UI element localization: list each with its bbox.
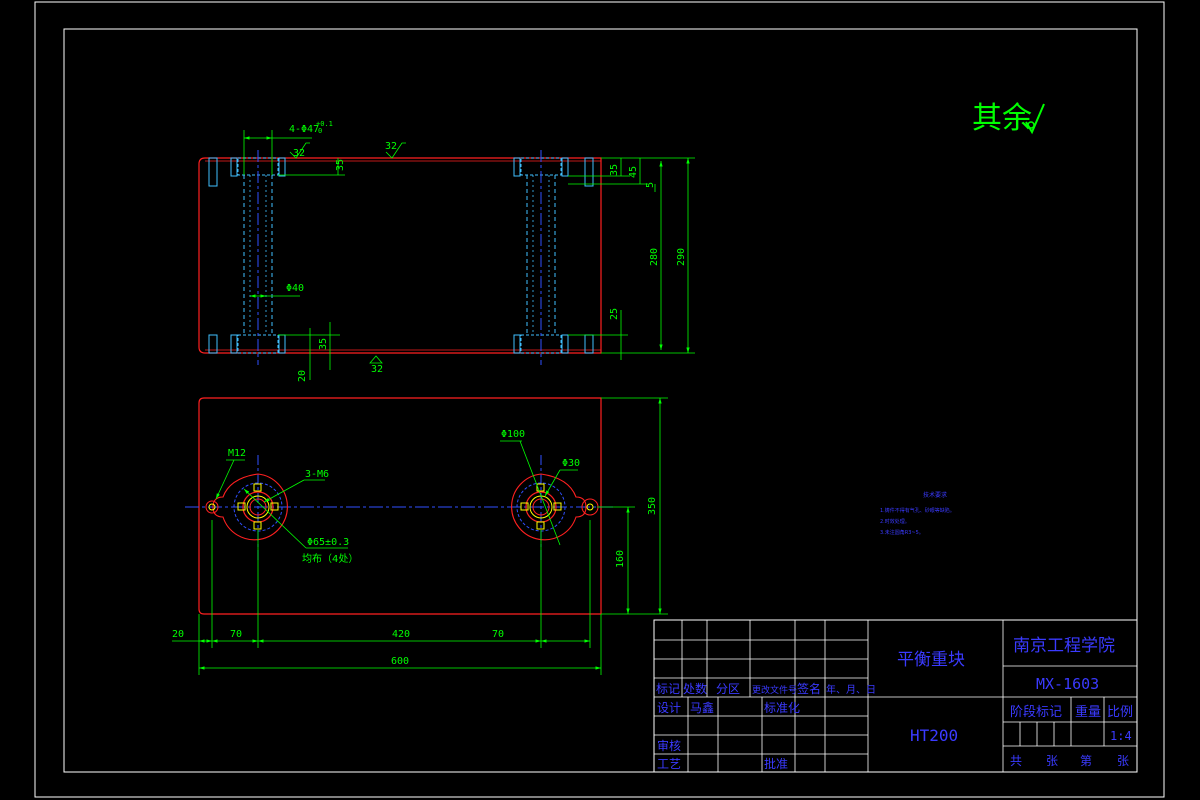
dim-70b: 70: [492, 629, 504, 640]
left-flange: [205, 473, 288, 541]
scale-value: 1:4: [1110, 729, 1132, 743]
tb-review-label: 审核: [657, 738, 681, 753]
rough-top-mid: 32: [385, 141, 397, 152]
tech-line-3: 3.未注圆角R3~5。: [880, 529, 924, 536]
tb-standardize-label: 标准化: [764, 701, 800, 715]
phi100-label: Φ100: [501, 429, 525, 440]
sheet-total-label: 共: [1010, 754, 1022, 768]
dim-45: 45: [628, 166, 639, 178]
weight-label: 重量: [1075, 704, 1101, 720]
tech-line-2: 2.时效处理。: [880, 518, 910, 525]
tech-title: 技术要求: [923, 491, 947, 499]
dim-350: 350: [647, 497, 658, 515]
left-bore: [237, 150, 279, 365]
roughness-note: 其余: [972, 101, 1045, 136]
dim-290: 290: [676, 248, 687, 266]
tb-label-count: 处数: [683, 681, 707, 696]
tb-process-label: 工艺: [657, 757, 681, 771]
dim-25: 25: [609, 308, 620, 320]
roughness-note-text: 其余: [972, 101, 1032, 136]
dim-70a: 70: [230, 629, 242, 640]
phi30-label: Φ30: [562, 458, 580, 469]
right-bore: [520, 150, 562, 365]
dim-160: 160: [615, 550, 626, 568]
tb-label-mark: 标记: [656, 682, 680, 696]
even-label: 均布（4处）: [302, 553, 358, 565]
tapped-holes-top: [208, 157, 594, 354]
hole-spec-label: 4-Φ47: [289, 124, 319, 135]
tb-label-zone: 分区: [716, 682, 740, 696]
rough-bottom: 32: [371, 364, 383, 375]
part-name: 平衡重块: [897, 650, 965, 670]
stage-label: 阶段标记: [1010, 705, 1062, 720]
dim-420: 420: [392, 629, 410, 640]
sheet-no-label: 第: [1080, 754, 1092, 768]
m6-label: 3-M6: [305, 469, 329, 480]
top-view: 4-Φ47 +0.1 0 32 32 32 Φ40 35 35 45 5 280…: [198, 120, 695, 382]
top-view-labels: 4-Φ47 +0.1 0 32 32 32 Φ40 35 35 45 5 280…: [286, 120, 687, 382]
dim-35-bottom: 35: [318, 338, 329, 350]
rough-top-left: 32: [293, 148, 305, 159]
tb-label-date: 年、月、日: [826, 683, 876, 696]
tech-requirements: 技术要求 1.铸件不得有气孔、砂眼等缺陷。 2.时效处理。 3.未注圆角R3~5…: [880, 491, 955, 536]
drawing-number: MX-1603: [1036, 675, 1099, 693]
tb-designer: 马鑫: [690, 700, 714, 715]
phi65-label: Φ65±0.3: [307, 537, 349, 548]
dim-600: 600: [391, 656, 409, 667]
tech-line-1: 1.铸件不得有气孔、砂眼等缺陷。: [880, 507, 955, 514]
front-view: M12 3-M6 Φ65±0.3 均布（4处） Φ100 Φ30 350 160…: [172, 397, 668, 675]
dim-20-top: 20: [297, 370, 308, 382]
school-name: 南京工程学院: [1013, 636, 1115, 656]
cad-drawing: 其余 4-Φ47 +0.1 0 32 32 32 Φ40 35 35 45 5 …: [34, 1, 1165, 798]
tb-design-label: 设计: [657, 701, 681, 715]
tb-approve-label: 批准: [764, 756, 788, 771]
scale-label: 比例: [1107, 705, 1133, 720]
tb-label-change: 更改文件号: [752, 684, 797, 696]
dim-35-right: 35: [609, 164, 620, 176]
dim-20-front: 20: [172, 629, 184, 640]
dim-280: 280: [649, 248, 660, 266]
material: HT200: [910, 726, 958, 745]
sheet-total-unit: 张: [1046, 754, 1058, 768]
dim-5: 5: [645, 182, 656, 188]
dim-35-top: 35: [335, 159, 346, 171]
front-view-dimensions: [172, 397, 668, 675]
tb-label-sign: 签名: [797, 681, 821, 696]
phi40-label: Φ40: [286, 283, 304, 294]
roughness-marks-top: [289, 142, 406, 364]
title-block: 标记 处数 分区 更改文件号 签名 年、月、日 设计 马鑫 标准化 审核 工艺 …: [653, 619, 1138, 773]
front-view-labels: M12 3-M6 Φ65±0.3 均布（4处） Φ100 Φ30 350 160…: [172, 429, 658, 667]
hole-spec-sub: 0: [318, 127, 322, 135]
m12-label: M12: [228, 448, 246, 459]
sheet-no-unit: 张: [1117, 754, 1129, 768]
